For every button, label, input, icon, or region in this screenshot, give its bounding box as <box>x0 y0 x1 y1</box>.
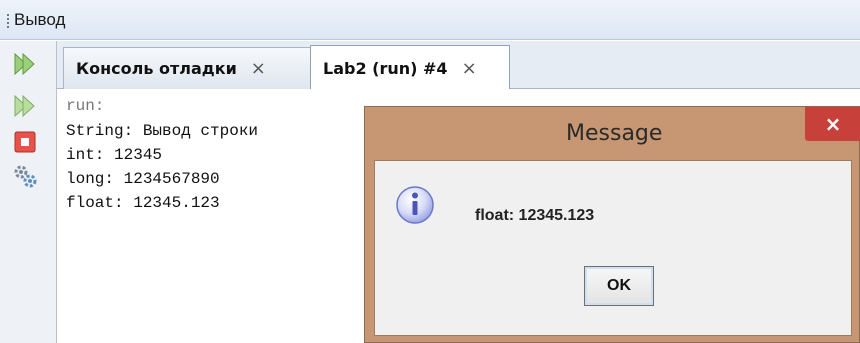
close-icon: × <box>824 112 842 136</box>
rerun-alt-button[interactable] <box>12 93 38 119</box>
output-tabs: Консоль отладки × Lab2 (run) #4 × <box>57 41 860 90</box>
stop-icon <box>14 131 36 153</box>
rerun-alt-icon <box>14 94 35 118</box>
close-icon[interactable]: × <box>462 58 477 79</box>
message-dialog: Message × float: 12345.123 OK <box>364 106 860 343</box>
drag-grip-icon[interactable] <box>7 14 9 28</box>
console-line: String: Вывод строки <box>66 122 259 140</box>
output-panel-header: Вывод <box>0 0 860 40</box>
tab-label: Консоль отладки <box>76 59 237 78</box>
tab-label: Lab2 (run) #4 <box>323 58 448 78</box>
dialog-title: Message <box>566 121 663 146</box>
panel-title: Вывод <box>14 10 66 29</box>
tab-debug-console[interactable]: Консоль отладки × <box>63 47 311 89</box>
dialog-message: float: 12345.123 <box>475 207 595 224</box>
dialog-body: float: 12345.123 OK <box>374 160 852 336</box>
console-line: long: 1234567890 <box>66 170 220 188</box>
console-line: int: 12345 <box>66 146 163 164</box>
ok-button[interactable]: OK <box>584 266 654 306</box>
console-line: run: <box>66 97 105 115</box>
rerun-button[interactable] <box>12 51 38 77</box>
settings-icon <box>14 165 37 188</box>
output-toolbar <box>0 41 57 343</box>
rerun-icon <box>14 52 35 76</box>
dialog-close-button[interactable]: × <box>805 107 860 141</box>
console-line: float: 12345.123 <box>66 194 220 212</box>
settings-button[interactable] <box>12 163 38 189</box>
stop-button[interactable] <box>12 129 38 155</box>
tab-lab2-run[interactable]: Lab2 (run) #4 × <box>310 45 510 90</box>
info-icon <box>396 186 434 224</box>
close-icon[interactable]: × <box>251 58 266 79</box>
dialog-title-bar[interactable]: Message × <box>365 107 860 159</box>
